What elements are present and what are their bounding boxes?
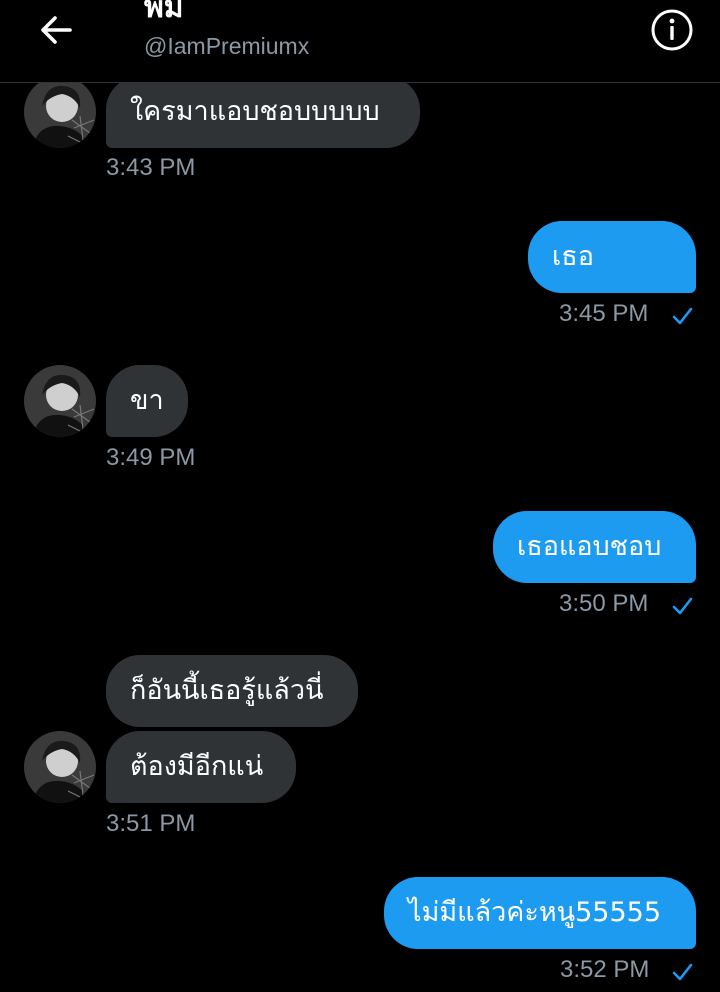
- message-bubble-incoming[interactable]: ต้องมีอีกแน่: [106, 731, 296, 803]
- message-bubble-incoming[interactable]: ก็อันนี้เธอรู้แล้วนี่: [106, 655, 358, 727]
- message-bubble-outgoing[interactable]: เธอแอบชอบ: [493, 511, 696, 583]
- avatar[interactable]: [24, 731, 96, 803]
- message-timestamp: 3:51 PM: [106, 810, 196, 837]
- back-button[interactable]: [34, 8, 78, 52]
- message-text: ขา: [130, 385, 164, 416]
- avatar[interactable]: [24, 76, 96, 148]
- read-check-icon: [672, 963, 693, 981]
- message-timestamp: 3:52 PM: [560, 956, 650, 983]
- message-bubble-incoming[interactable]: ขา: [106, 365, 188, 437]
- message-text: ไม่มีแล้วค่ะหนู55555: [408, 897, 661, 928]
- message-timestamp: 3:50 PM: [559, 590, 649, 617]
- conversation-handle[interactable]: @IamPremiumx: [144, 32, 309, 60]
- message-bubble-outgoing[interactable]: เธอ: [528, 221, 696, 293]
- message-text: ต้องมีอีกแน่: [130, 751, 264, 782]
- message-bubble-outgoing[interactable]: ไม่มีแล้วค่ะหนู55555: [384, 877, 696, 949]
- avatar[interactable]: [24, 365, 96, 437]
- message-text: ก็อันนี้เธอรู้แล้วนี่: [130, 675, 324, 706]
- message-text: ใครมาแอบชอบบบบบ: [130, 96, 380, 127]
- conversation-header: พม @IamPremiumx: [0, 0, 720, 83]
- message-text: เธอ: [552, 241, 594, 272]
- message-bubble-incoming[interactable]: ใครมาแอบชอบบบบบ: [106, 76, 420, 148]
- message-timestamp: 3:49 PM: [106, 444, 196, 471]
- conversation-title[interactable]: พม: [144, 0, 184, 26]
- read-check-icon: [672, 597, 693, 615]
- message-timestamp: 3:45 PM: [559, 300, 649, 327]
- info-icon: [651, 9, 693, 51]
- arrow-left-icon: [41, 16, 72, 44]
- message-text: เธอแอบชอบ: [517, 531, 662, 562]
- info-button[interactable]: [648, 6, 696, 54]
- dm-conversation-screen: ใครมาแอบชอบบบบบ 3:43 PM เธอ 3:45 PM ขา 3…: [0, 0, 720, 992]
- read-check-icon: [672, 307, 693, 325]
- message-timestamp: 3:43 PM: [106, 154, 196, 181]
